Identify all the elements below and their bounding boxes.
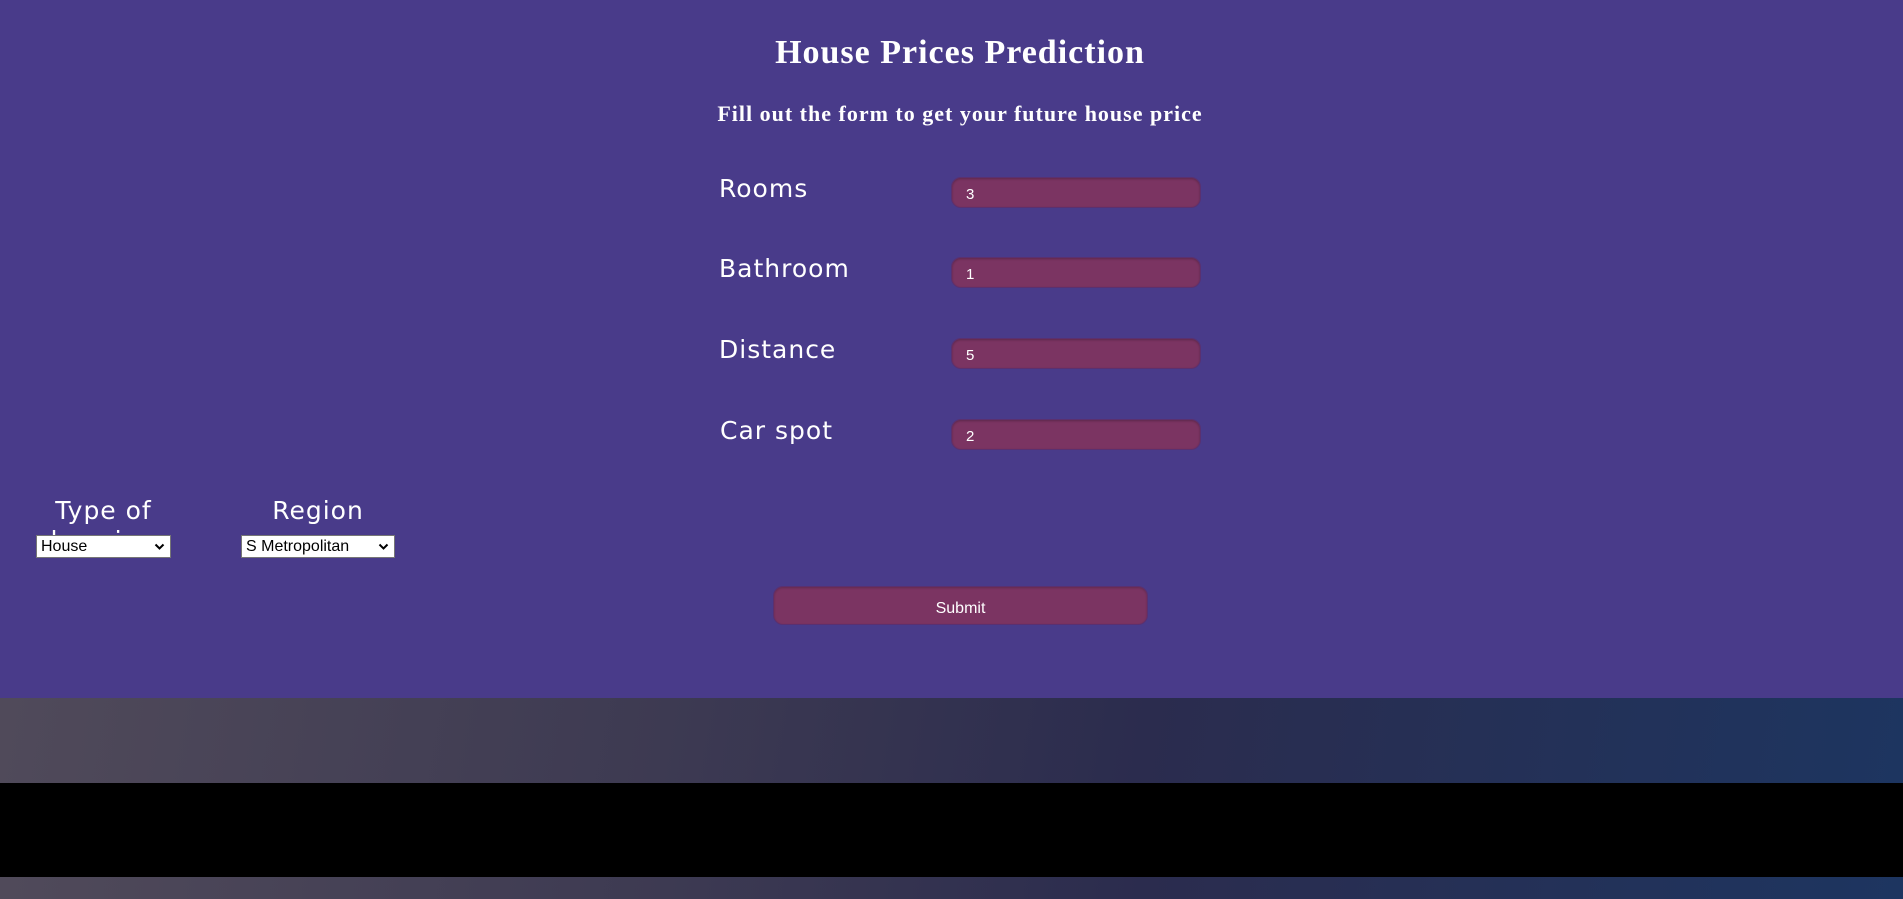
distance-input[interactable] [951,338,1201,369]
chevron-down-icon [378,543,389,550]
submit-button[interactable]: Submit [773,586,1148,625]
housing-type-select[interactable]: House [36,535,171,558]
car-spot-input[interactable] [951,419,1201,450]
region-selected: S Metropolitan [246,538,350,555]
bathroom-label: Bathroom [719,254,850,283]
chevron-down-icon [154,543,165,550]
footer-black-band [0,783,1903,877]
footer-gradient-band-bottom [0,877,1903,899]
rooms-label: Rooms [719,174,809,203]
bathroom-input[interactable] [951,257,1201,288]
main-panel: House Prices Prediction Fill out the for… [0,0,1903,698]
car-spot-label: Car spot [720,416,833,445]
footer-gradient-band [0,698,1903,783]
page-title: House Prices Prediction [775,34,1145,71]
rooms-input[interactable] [951,177,1201,208]
page-subtitle: Fill out the form to get your future hou… [717,101,1203,126]
distance-label: Distance [719,335,837,364]
region-label: Region [272,496,364,525]
housing-type-selected: House [41,538,88,555]
region-select[interactable]: S Metropolitan [241,535,395,558]
